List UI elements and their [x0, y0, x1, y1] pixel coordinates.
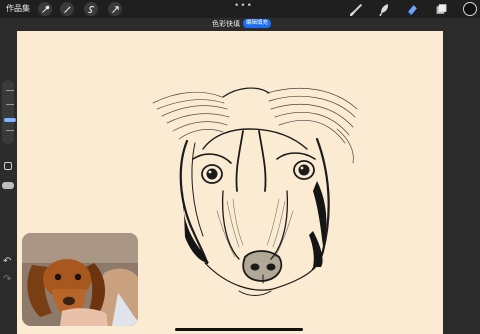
smudge-icon[interactable] [377, 2, 391, 16]
wrench-icon[interactable] [38, 2, 52, 16]
edit-fill-button[interactable]: 编辑填充 [243, 19, 272, 28]
status-text: 色彩快填 [212, 20, 240, 28]
brush-icon[interactable] [349, 2, 363, 16]
home-indicator[interactable] [175, 328, 303, 331]
size-tick [6, 130, 14, 131]
left-sidebar: ↶ ↷ [0, 80, 16, 310]
opacity-slider[interactable] [2, 182, 14, 189]
gallery-button[interactable]: 作品集 [6, 3, 30, 14]
transform-icon[interactable] [108, 2, 122, 16]
status-strip: 色彩快填 编辑填充 [0, 18, 480, 30]
size-slider-thumb[interactable] [4, 118, 16, 122]
size-tick [6, 104, 14, 105]
layers-icon[interactable] [434, 2, 448, 16]
reference-video-overlay[interactable] [22, 233, 138, 326]
size-tick [6, 90, 14, 91]
brush-size-slider[interactable] [2, 80, 16, 144]
redo-icon[interactable]: ↷ [3, 274, 11, 285]
magic-wand-icon[interactable] [60, 2, 74, 16]
eyedropper-icon[interactable] [4, 162, 12, 170]
dog-photo [22, 233, 138, 326]
more-options-icon[interactable]: ••• [234, 1, 253, 11]
top-toolbar: 作品集 ••• [0, 0, 480, 18]
color-icon[interactable] [463, 2, 477, 16]
selection-icon[interactable] [84, 2, 98, 16]
undo-icon[interactable]: ↶ [3, 256, 11, 267]
eraser-icon[interactable] [405, 2, 419, 16]
